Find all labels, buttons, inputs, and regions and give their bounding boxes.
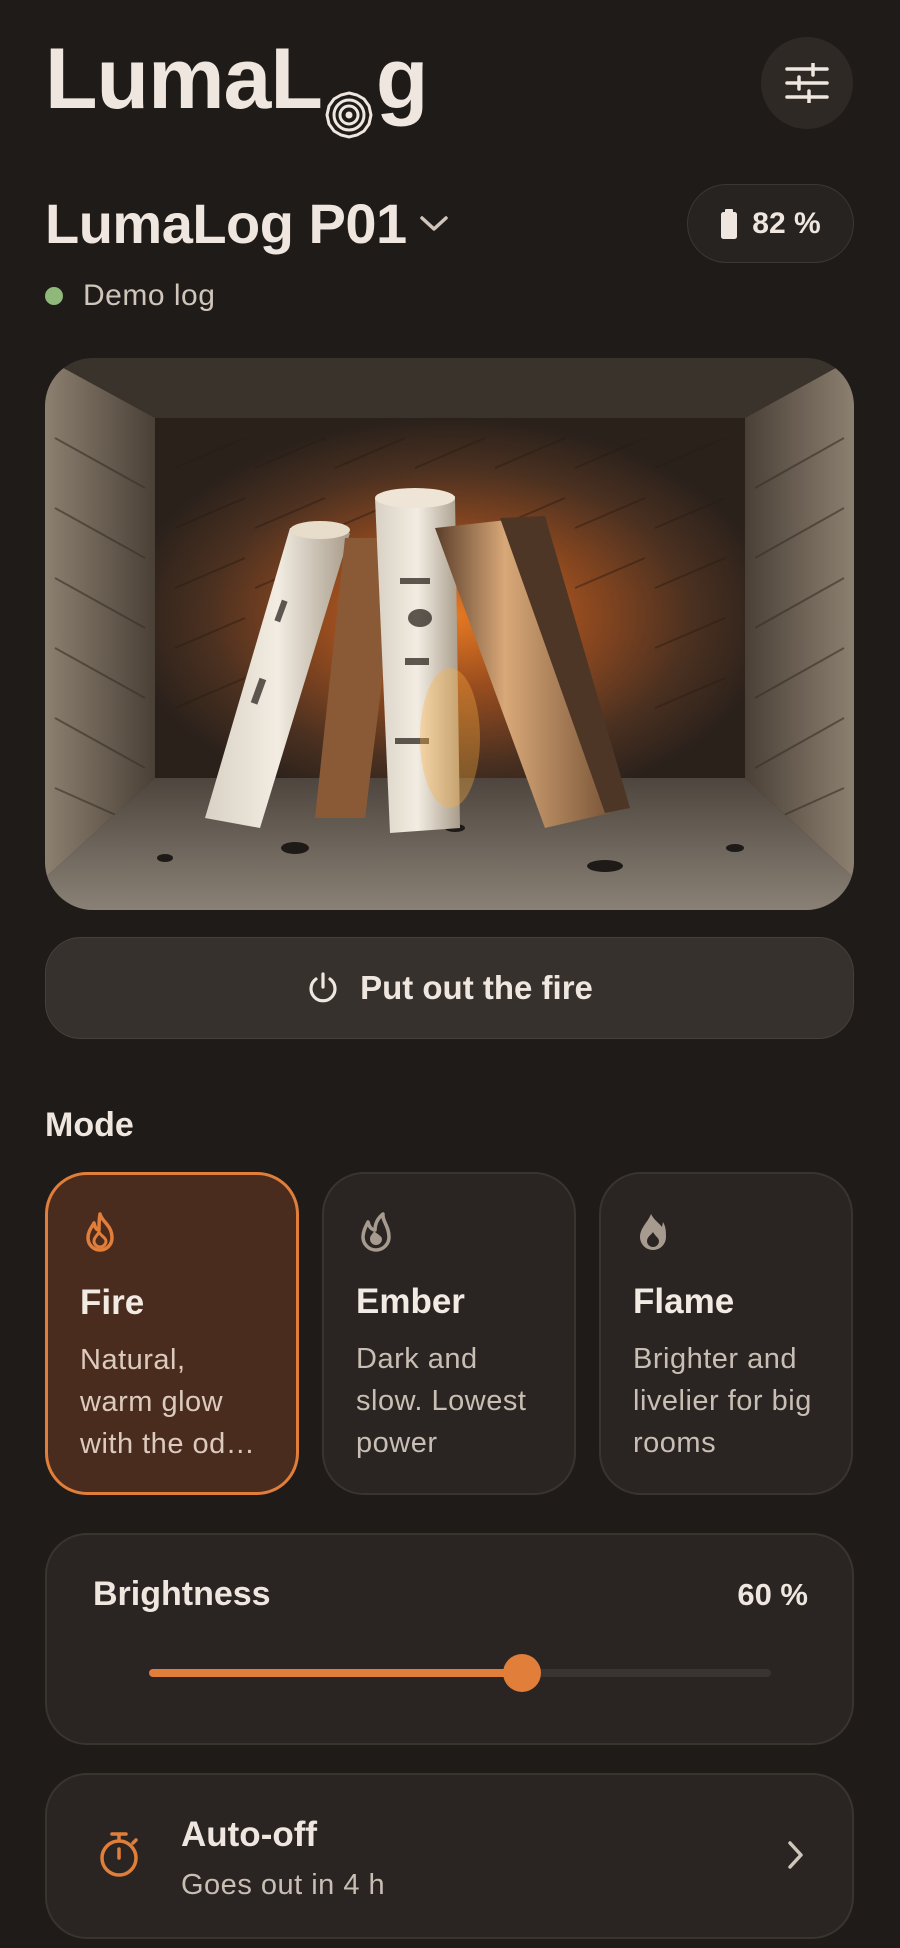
app-logo: LumaL g xyxy=(45,31,429,139)
brightness-slider[interactable] xyxy=(149,1654,771,1692)
auto-off-subtitle: Goes out in 4 h xyxy=(181,1869,386,1901)
chevron-right-icon xyxy=(786,1839,806,1876)
battery-level: 82 % xyxy=(752,206,821,240)
status-dot xyxy=(45,287,63,305)
flame-icon xyxy=(633,1210,821,1256)
put-out-fire-label: Put out the fire xyxy=(360,969,593,1006)
mode-description: Brighter and livelier for big rooms xyxy=(633,1343,812,1459)
sliders-icon xyxy=(785,63,829,103)
mode-description: Dark and slow. Lowest power xyxy=(356,1343,527,1459)
slider-fill xyxy=(149,1669,523,1677)
device-name[interactable]: LumaLog P01 xyxy=(45,196,407,252)
mode-name: Ember xyxy=(356,1282,465,1321)
auto-off-card[interactable]: Auto-off Goes out in 4 h xyxy=(45,1773,854,1939)
battery-icon xyxy=(721,208,738,239)
fire-icon xyxy=(80,1211,266,1257)
brightness-value: 60 % xyxy=(737,1577,808,1612)
auto-off-title: Auto-off xyxy=(181,1815,318,1854)
settings-button[interactable] xyxy=(761,37,853,129)
mode-card-flame[interactable]: Flame Brighter and livelier for big room… xyxy=(599,1172,853,1495)
mode-name: Flame xyxy=(633,1282,735,1321)
fireplace-preview xyxy=(45,358,854,910)
mode-description: Natural, warm glow with the odd crackle xyxy=(80,1344,243,1460)
log-ring-icon xyxy=(324,68,374,139)
mode-card-ember[interactable]: Ember Dark and slow. Lowest power xyxy=(322,1172,576,1495)
logo-text-start: LumaL xyxy=(45,31,323,127)
device-status: Demo log xyxy=(45,279,215,313)
status-text: Demo log xyxy=(83,279,216,312)
logo-text-end: g xyxy=(375,31,429,127)
brightness-card: Brightness 60 % xyxy=(45,1533,854,1745)
ember-icon xyxy=(356,1210,544,1256)
mode-heading: Mode xyxy=(45,1106,134,1144)
power-icon xyxy=(309,972,337,1003)
timer-icon xyxy=(97,1831,141,1884)
mode-name: Fire xyxy=(80,1283,145,1322)
put-out-fire-button[interactable]: Put out the fire xyxy=(45,937,854,1039)
app-screen: LumaL g LumaLog P01 82 % Demo log Put ou… xyxy=(0,0,900,1948)
battery-badge: 82 % xyxy=(687,184,854,263)
brightness-label: Brightness xyxy=(93,1575,271,1613)
mode-card-fire[interactable]: Fire Natural, warm glow with the odd cra… xyxy=(45,1172,299,1495)
slider-thumb[interactable] xyxy=(503,1654,542,1692)
chevron-down-icon[interactable] xyxy=(418,214,450,239)
